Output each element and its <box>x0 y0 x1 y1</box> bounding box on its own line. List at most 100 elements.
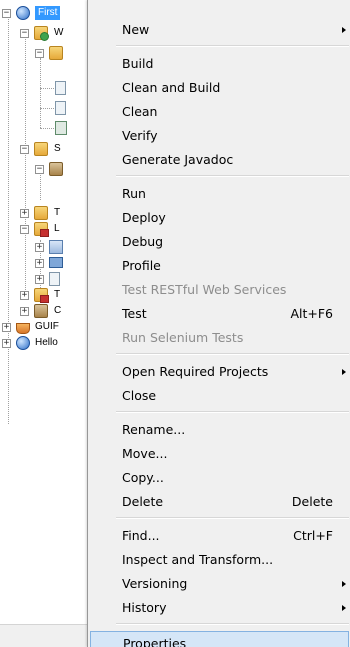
menu-item-label: Open Required Projects <box>122 364 269 379</box>
tree-connector <box>40 128 54 129</box>
file-icon[interactable] <box>55 81 66 95</box>
menu-item-run-selenium-tests[interactable]: Run Selenium Tests <box>90 326 349 350</box>
expand-icon[interactable]: + <box>20 209 29 218</box>
menu-item-label: Versioning <box>122 576 188 591</box>
tree-node-label[interactable]: C <box>54 304 61 318</box>
menu-item-deploy[interactable]: Deploy <box>90 206 349 230</box>
menu-item-label: Profile <box>122 258 161 273</box>
tree-connector <box>8 14 9 424</box>
web-project-icon <box>16 336 30 350</box>
expand-icon[interactable]: + <box>35 243 44 252</box>
expand-icon[interactable]: + <box>2 323 11 332</box>
menu-item-rename[interactable]: Rename... <box>90 418 349 442</box>
expand-icon[interactable]: + <box>35 259 44 268</box>
menu-item-label: History <box>122 600 167 615</box>
menu-separator <box>116 411 349 413</box>
collapse-icon[interactable]: − <box>35 165 44 174</box>
tree-node-label[interactable]: GUIF <box>35 320 59 334</box>
configuration-icon <box>34 304 48 318</box>
menu-item-label: Close <box>122 388 157 403</box>
expand-icon[interactable]: + <box>20 307 29 316</box>
collapse-icon[interactable]: − <box>20 225 29 234</box>
menu-item-label: Run <box>122 186 146 201</box>
menu-item-clean[interactable]: Clean <box>90 100 349 124</box>
expand-icon[interactable]: + <box>35 275 44 284</box>
context-menu[interactable]: New Build Clean and Build Clean Verify Genera… <box>87 0 350 647</box>
menu-item-label: Run Selenium Tests <box>122 330 244 345</box>
menu-separator <box>116 623 349 625</box>
menu-item-shortcut: Alt+F6 <box>290 306 333 321</box>
menu-item-label: Clean <box>122 104 158 119</box>
menu-separator <box>116 175 349 177</box>
menu-item-label: Move... <box>122 446 168 461</box>
tree-connector <box>40 58 41 128</box>
submenu-arrow-icon <box>342 27 346 33</box>
menu-item-versioning[interactable]: Versioning <box>90 572 349 596</box>
menu-item-label: Inspect and Transform... <box>122 552 274 567</box>
file-icon[interactable] <box>55 101 66 115</box>
tree-node-label[interactable]: L <box>54 222 60 236</box>
menu-item-verify[interactable]: Verify <box>90 124 349 148</box>
menu-item-label: Copy... <box>122 470 164 485</box>
menu-item-label: Test <box>122 306 147 321</box>
tree-node-label[interactable]: T <box>54 288 60 302</box>
menu-item-delete[interactable]: Delete Delete <box>90 490 349 514</box>
menu-item-label: Deploy <box>122 210 166 225</box>
tree-connector <box>40 170 41 200</box>
menu-item-close[interactable]: Close <box>90 384 349 408</box>
menu-item-test[interactable]: Test Alt+F6 <box>90 302 349 326</box>
jar-icon <box>49 240 63 254</box>
tree-node-label[interactable]: W <box>54 26 63 40</box>
menu-item-debug[interactable]: Debug <box>90 230 349 254</box>
tree-node-label[interactable]: T <box>54 206 60 220</box>
collapse-icon[interactable]: − <box>2 9 11 18</box>
menu-item-shortcut: Delete <box>291 494 333 509</box>
tree-connector <box>40 108 54 109</box>
menu-item-label: Properties <box>123 636 187 647</box>
collapse-icon[interactable]: − <box>35 49 44 58</box>
menu-item-label: Build <box>122 56 154 71</box>
menu-item-label: Test RESTful Web Services <box>122 282 287 297</box>
tree-connector <box>40 88 54 89</box>
menu-item-find[interactable]: Find... Ctrl+F <box>90 524 349 548</box>
tree-node-label[interactable]: First <box>35 6 61 20</box>
menu-item-generate-javadoc[interactable]: Generate Javadoc <box>90 148 349 172</box>
tree-connector <box>25 30 26 290</box>
submenu-arrow-icon <box>342 369 346 375</box>
menu-separator <box>116 45 349 47</box>
menu-item-label: Verify <box>122 128 158 143</box>
menu-item-run[interactable]: Run <box>90 182 349 206</box>
menu-item-build[interactable]: Build <box>90 52 349 76</box>
libraries-folder-icon <box>34 222 49 237</box>
tree-node-label[interactable]: Hello <box>35 336 58 350</box>
menu-item-shortcut: Ctrl+F <box>293 528 333 543</box>
collapse-icon[interactable]: − <box>20 145 29 154</box>
menu-item-label: New <box>122 22 150 37</box>
expand-icon[interactable]: + <box>2 339 11 348</box>
expand-icon[interactable]: + <box>20 291 29 300</box>
file-icon[interactable] <box>55 121 67 135</box>
menu-item-inspect-and-transform[interactable]: Inspect and Transform... <box>90 548 349 572</box>
menu-item-clean-and-build[interactable]: Clean and Build <box>90 76 349 100</box>
menu-item-label: Delete <box>122 494 164 509</box>
tree-node-label[interactable]: S <box>54 142 61 156</box>
collapse-icon[interactable]: − <box>20 29 29 38</box>
library-file-icon <box>49 272 60 286</box>
source-folder-icon <box>34 142 48 156</box>
menu-item-profile[interactable]: Profile <box>90 254 349 278</box>
web-pages-folder-icon <box>34 26 49 41</box>
menu-item-move[interactable]: Move... <box>90 442 349 466</box>
menu-item-history[interactable]: History <box>90 596 349 620</box>
menu-item-test-restful-web-services[interactable]: Test RESTful Web Services <box>90 278 349 302</box>
menu-item-properties[interactable]: Properties <box>90 631 349 647</box>
server-icon <box>49 257 63 268</box>
menu-item-open-required-projects[interactable]: Open Required Projects <box>90 360 349 384</box>
menu-item-label: Rename... <box>122 422 186 437</box>
menu-item-label: Generate Javadoc <box>122 152 234 167</box>
menu-item-copy[interactable]: Copy... <box>90 466 349 490</box>
menu-item-label: Find... <box>122 528 160 543</box>
web-project-icon <box>16 6 30 20</box>
menu-item-label: Clean and Build <box>122 80 221 95</box>
test-folder-icon <box>34 206 48 220</box>
menu-item-new[interactable]: New <box>90 18 349 42</box>
